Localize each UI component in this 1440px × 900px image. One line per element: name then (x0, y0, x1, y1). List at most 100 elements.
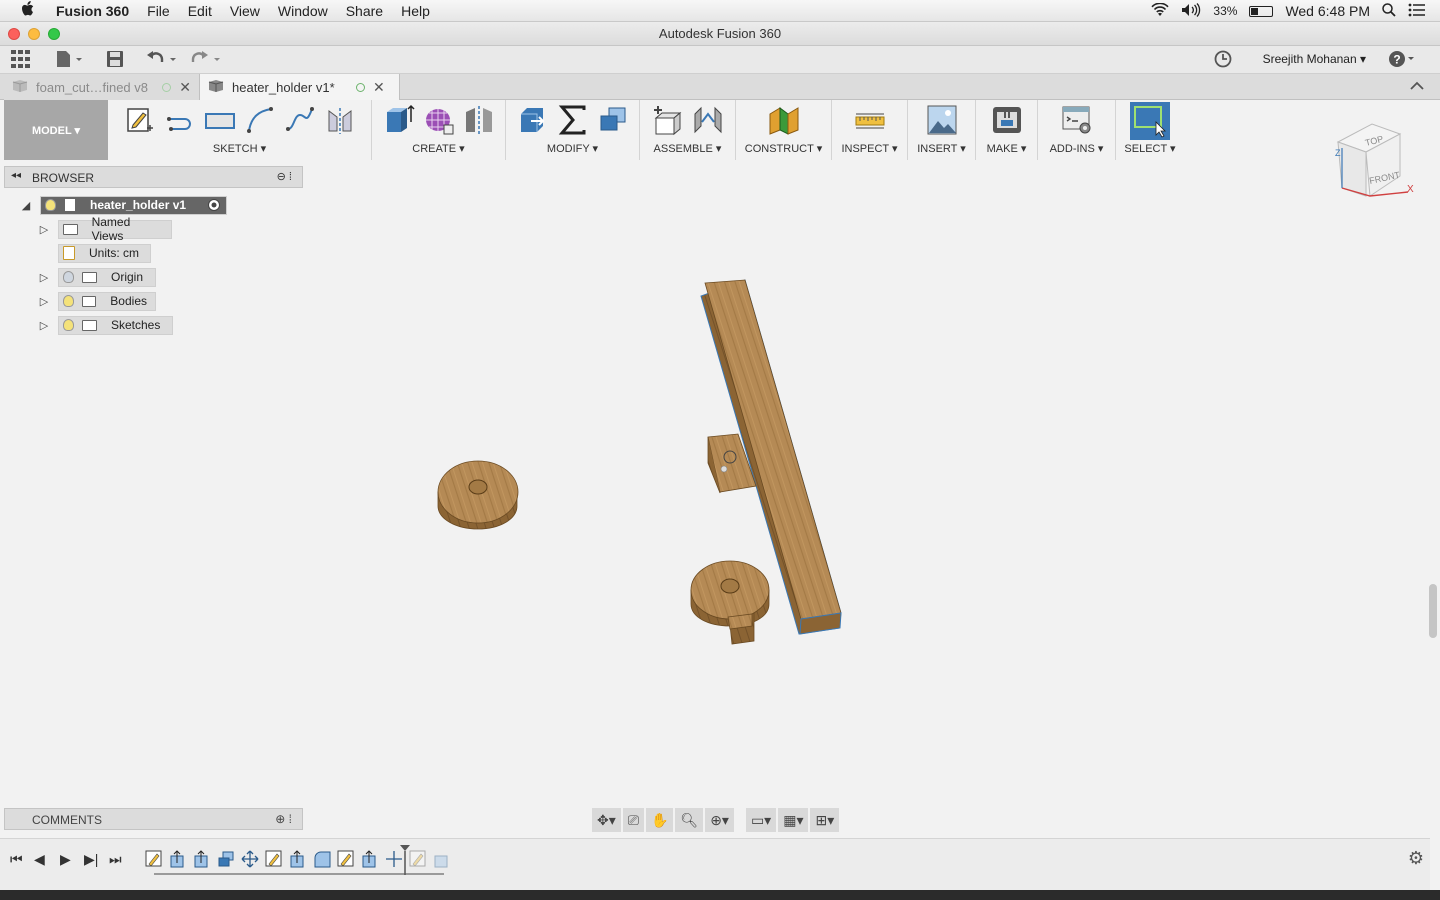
close-tab-icon[interactable]: ✕ (179, 79, 191, 96)
pan-hand-icon[interactable]: ✋ (645, 808, 674, 832)
select-cursor-icon[interactable] (1130, 102, 1170, 140)
visibility-bulb-icon[interactable] (45, 199, 56, 211)
look-at-icon[interactable]: ⎚ (622, 808, 644, 832)
compute-all-sigma-icon[interactable] (556, 104, 590, 136)
root-component[interactable]: heater_holder v1 (40, 195, 227, 215)
job-status-clock-icon[interactable] (1214, 50, 1232, 72)
timeline-extrude-icon[interactable] (288, 849, 308, 869)
collapse-browser-icon[interactable]: ◂◂ (11, 170, 21, 181)
browser-panel-header[interactable]: ◂◂ BROWSER ⊖ ⁞ (4, 166, 303, 188)
3d-print-icon[interactable] (990, 104, 1024, 136)
go-to-start-icon[interactable]: ⏮ (10, 851, 23, 868)
data-panel-grid-icon[interactable] (11, 50, 30, 72)
timeline-sketch-icon[interactable] (264, 849, 284, 869)
timeline-fillet-icon[interactable] (312, 849, 332, 869)
display-settings-icon[interactable]: ▭▾ (745, 808, 777, 832)
joint-icon[interactable] (691, 104, 725, 136)
file-menu-icon[interactable] (56, 50, 84, 72)
scripts-addins-icon[interactable] (1060, 104, 1094, 136)
zoom-icon[interactable]: 🔍︎ (675, 808, 704, 832)
save-icon[interactable] (106, 50, 124, 72)
sketch-menu[interactable]: SKETCH ▾ (213, 142, 266, 155)
rectangle-icon[interactable] (203, 104, 237, 136)
construct-menu[interactable]: CONSTRUCT ▾ (745, 142, 822, 155)
origin-node[interactable]: Origin (58, 267, 156, 287)
expand-triangle-icon[interactable]: ▷ (38, 315, 50, 335)
disc-body-left[interactable] (437, 460, 519, 530)
timeline-sketch-suppressed-icon[interactable] (408, 849, 428, 869)
measure-ruler-icon[interactable] (853, 104, 887, 136)
extrude-icon[interactable] (382, 104, 416, 136)
volume-icon[interactable] (1181, 2, 1201, 20)
3d-viewport[interactable] (0, 160, 1430, 840)
apple-logo-icon[interactable] (0, 0, 56, 21)
timeline-combine-icon[interactable] (216, 849, 236, 869)
visibility-bulb-icon[interactable] (63, 319, 74, 331)
minimize-window-button[interactable] (28, 28, 40, 40)
menu-window[interactable]: Window (269, 3, 337, 19)
timeline-extrude-suppressed-icon[interactable] (432, 849, 452, 869)
activate-component-icon[interactable] (207, 198, 221, 215)
fit-zoom-icon[interactable]: ⊕▾ (705, 808, 734, 832)
battery-icon[interactable] (1249, 5, 1274, 17)
menu-view[interactable]: View (221, 3, 269, 19)
play-icon[interactable]: ▶ (60, 851, 71, 868)
close-tab-icon[interactable]: ✕ (373, 79, 385, 96)
sketches-node[interactable]: Sketches (58, 315, 173, 335)
model-canvas[interactable] (0, 160, 1430, 840)
disc-body-right[interactable] (690, 560, 770, 645)
spline-icon[interactable] (283, 104, 317, 136)
add-comment-icon[interactable]: ⊕ ⁞ (275, 812, 292, 826)
grid-settings-icon[interactable]: ▦▾ (778, 808, 809, 832)
offset-plane-icon[interactable] (767, 104, 801, 136)
menu-file[interactable]: File (138, 3, 179, 19)
spotlight-icon[interactable] (1382, 2, 1396, 20)
collapse-triangle-icon[interactable]: ◢ (20, 195, 32, 215)
line-icon[interactable] (163, 104, 197, 136)
units-node[interactable]: Units: cm (58, 243, 151, 263)
tab-heater-holder[interactable]: heater_holder v1* ✕ (200, 74, 400, 100)
timeline-sketch-icon[interactable] (336, 849, 356, 869)
expand-triangle-icon[interactable]: ▷ (38, 267, 50, 287)
new-component-icon[interactable] (651, 104, 685, 136)
inspect-menu[interactable]: INSPECT ▾ (841, 142, 897, 155)
visibility-bulb-icon[interactable] (63, 271, 74, 283)
modify-menu[interactable]: MODIFY ▾ (547, 142, 598, 155)
view-cube[interactable]: TOP FRONT X Z (1330, 122, 1420, 202)
expand-triangle-icon[interactable]: ▷ (38, 219, 50, 239)
make-menu[interactable]: MAKE ▾ (987, 142, 1027, 155)
tab-foam-cut[interactable]: foam_cut…fined v8 ✕ (4, 74, 200, 100)
undo-icon[interactable] (146, 50, 178, 72)
step-back-icon[interactable]: ◀ (34, 851, 45, 868)
addins-menu[interactable]: ADD-INS ▾ (1050, 142, 1104, 155)
insert-menu[interactable]: INSERT ▾ (917, 142, 966, 155)
menu-help[interactable]: Help (392, 3, 439, 19)
collapse-toolbar-icon[interactable] (1410, 78, 1424, 96)
create-menu[interactable]: CREATE ▾ (412, 142, 464, 155)
step-forward-icon[interactable]: ▶︎| (84, 851, 98, 868)
timeline-settings-gear-icon[interactable]: ⚙ (1408, 848, 1424, 869)
timeline-sketch-icon[interactable] (144, 849, 164, 869)
menubar-clock[interactable]: Wed 6:48 PM (1285, 3, 1370, 19)
expand-triangle-icon[interactable]: ▷ (38, 291, 50, 311)
wifi-icon[interactable] (1151, 2, 1169, 20)
close-window-button[interactable] (8, 28, 20, 40)
press-pull-icon[interactable] (516, 104, 550, 136)
orbit-icon[interactable]: ✥▾ (592, 808, 621, 832)
form-icon[interactable] (422, 104, 456, 136)
insert-image-icon[interactable] (925, 104, 959, 136)
bodies-node[interactable]: Bodies (58, 291, 156, 311)
visibility-bulb-icon[interactable] (63, 295, 74, 307)
notification-center-icon[interactable] (1408, 3, 1426, 20)
timeline-extrude-icon[interactable] (360, 849, 380, 869)
menu-share[interactable]: Share (337, 3, 392, 19)
timeline-move-icon[interactable] (240, 849, 260, 869)
timeline-extrude-icon[interactable] (168, 849, 188, 869)
menu-edit[interactable]: Edit (179, 3, 221, 19)
named-views-node[interactable]: Named Views (58, 215, 172, 243)
viewport-scrollbar[interactable] (1429, 584, 1437, 638)
workspace-switcher[interactable]: MODEL ▾ (4, 100, 108, 160)
comments-panel-header[interactable]: COMMENTS ⊕ ⁞ (4, 808, 303, 830)
assemble-menu[interactable]: ASSEMBLE ▾ (654, 142, 722, 155)
app-menu[interactable]: Fusion 360 (56, 3, 138, 19)
